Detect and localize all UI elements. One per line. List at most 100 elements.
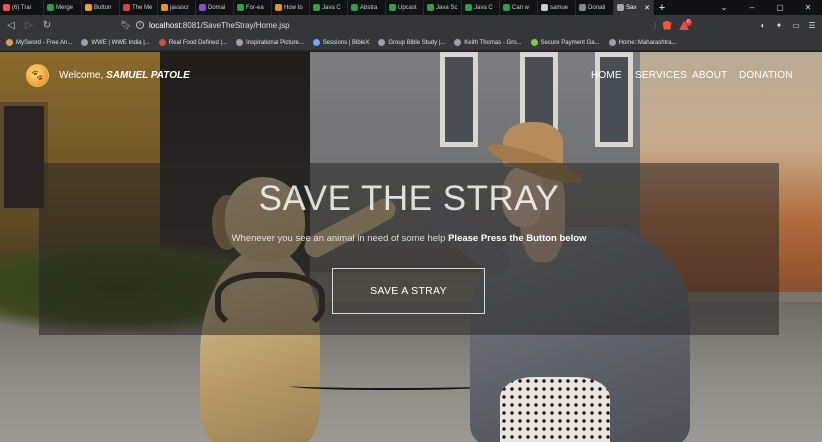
tab-favicon-icon xyxy=(617,4,624,11)
site-info-icon[interactable]: i xyxy=(136,21,144,29)
welcome-prefix: Welcome, xyxy=(59,70,104,81)
hero-subtitle-bold: Please Press the Button below xyxy=(448,233,587,244)
extension-toggle-icon[interactable]: ◐ xyxy=(757,18,769,32)
bookmark-item[interactable]: Sessions | BibleX xyxy=(312,39,369,46)
tab-label: Java Sc xyxy=(436,4,458,11)
bookmark-label: Inspirational Picture... xyxy=(246,39,304,46)
tab-label: Java C xyxy=(474,4,493,11)
bookmark-item[interactable]: WWE | WWE India |... xyxy=(81,39,150,46)
back-icon[interactable]: ◁ xyxy=(2,15,20,35)
tab[interactable]: Can w xyxy=(500,0,538,15)
extensions-puzzle-icon[interactable]: ✦ xyxy=(773,18,785,32)
tab-favicon-icon xyxy=(275,4,282,11)
tab-active[interactable]: Sav ✕ xyxy=(614,0,654,15)
tab[interactable]: (6) Trai xyxy=(0,0,44,15)
bookmark-label: Group Bible Study |... xyxy=(388,39,446,46)
tab-favicon-icon xyxy=(579,4,586,11)
tab-favicon-icon xyxy=(427,4,434,11)
new-tab-button[interactable]: + xyxy=(654,0,670,15)
bookmark-favicon-icon xyxy=(6,39,13,46)
tab[interactable]: Domai xyxy=(196,0,234,15)
nav-services[interactable]: SERVICES xyxy=(635,70,687,81)
tab[interactable]: Java Sc xyxy=(424,0,462,15)
tab[interactable]: samue xyxy=(538,0,576,15)
bookmark-label: Secure Payment Ga... xyxy=(540,39,600,46)
bookmark-item[interactable]: Group Bible Study |... xyxy=(378,39,445,46)
tab[interactable]: Java C xyxy=(310,0,348,15)
url-text[interactable]: localhost:8081/SaveTheStray/Home.jsp xyxy=(149,21,290,30)
tab[interactable]: Abstra xyxy=(348,0,386,15)
close-tab-icon[interactable]: ✕ xyxy=(644,4,650,12)
hero-title: SAVE THE STRAY xyxy=(258,179,560,218)
tab-favicon-icon xyxy=(465,4,472,11)
tab-label: Domai xyxy=(208,4,226,11)
tab-label: How to xyxy=(284,4,303,11)
bookmark-item[interactable]: Secure Payment Ga... xyxy=(530,39,600,46)
bookmark-icon[interactable]: 🔖︎ xyxy=(118,20,134,31)
save-a-stray-button[interactable]: SAVE A STRAY xyxy=(332,268,485,314)
tab-favicon-icon xyxy=(3,4,10,11)
bookmark-item[interactable]: Home::Maharashtra... xyxy=(608,39,677,46)
tab-label: Abstra xyxy=(360,4,378,11)
bookmark-item[interactable]: MySword - Free An... xyxy=(6,39,72,46)
forward-icon[interactable]: ▷ xyxy=(20,15,38,35)
bookmark-item[interactable]: Real Food Defined |... xyxy=(158,39,227,46)
bookmark-item[interactable]: Inspirational Picture... xyxy=(236,39,304,46)
tab[interactable]: How to xyxy=(272,0,310,15)
tab-label: For-ea xyxy=(246,4,264,11)
bookmark-favicon-icon xyxy=(530,39,538,46)
divider: | xyxy=(654,20,657,30)
tab-label: (6) Trai xyxy=(12,4,32,11)
tab-search-icon[interactable]: ⌄ xyxy=(710,0,738,15)
tab-favicon-icon xyxy=(47,4,54,11)
bookmark-favicon-icon xyxy=(378,39,386,46)
tab[interactable]: For-ea xyxy=(234,0,272,15)
tab-label: Merge xyxy=(56,4,74,11)
bookmark-label: Home::Maharashtra... xyxy=(618,39,677,46)
brave-shields-icon[interactable] xyxy=(662,18,672,32)
window-controls: ⌄ – ▢ ✕ xyxy=(710,0,822,15)
minimize-icon[interactable]: – xyxy=(738,0,766,15)
tab-favicon-icon xyxy=(123,4,130,11)
tab[interactable]: The Me xyxy=(120,0,158,15)
tab[interactable]: Java C xyxy=(462,0,500,15)
tab[interactable]: Merge xyxy=(44,0,82,15)
maximize-icon[interactable]: ▢ xyxy=(766,0,794,15)
tab-label: Sav xyxy=(626,4,637,11)
tab[interactable]: Upcast xyxy=(386,0,424,15)
tab-favicon-icon xyxy=(313,4,320,11)
menu-icon[interactable]: ☰ xyxy=(806,18,818,32)
bookmark-label: MySword - Free An... xyxy=(16,39,73,46)
tab-label: Donati xyxy=(588,4,606,11)
nav-home[interactable]: HOME xyxy=(591,70,622,81)
reload-icon[interactable]: ↻ xyxy=(38,15,56,35)
bookmark-item[interactable]: Keith Thomas - Gro... xyxy=(454,39,522,46)
tab-label: The Me xyxy=(132,4,153,11)
tab-favicon-icon xyxy=(237,4,244,11)
tab[interactable]: javascr xyxy=(158,0,196,15)
nav-donation[interactable]: DONATION xyxy=(739,70,793,81)
tab-favicon-icon xyxy=(351,4,358,11)
brave-rewards-icon[interactable]: 0 xyxy=(678,18,692,32)
paw-logo-icon[interactable]: 🐾︎ xyxy=(26,64,49,87)
browser-toolbar: ◁ ▷ ↻ 🔖︎ i localhost:8081/SaveTheStray/H… xyxy=(0,15,822,35)
bookmark-favicon-icon xyxy=(236,39,244,46)
profile-icon[interactable]: ▭ xyxy=(790,18,802,32)
tab-favicon-icon xyxy=(389,4,396,11)
bookmarks-bar: MySword - Free An... WWE | WWE India |...… xyxy=(0,35,822,51)
address-bar[interactable]: i localhost:8081/SaveTheStray/Home.jsp xyxy=(136,18,636,32)
nav-about[interactable]: ABOUT xyxy=(692,70,727,81)
tab-favicon-icon xyxy=(199,4,206,11)
hero-panel: SAVE THE STRAY Whenever you see an anima… xyxy=(39,163,779,335)
tab-label: samue xyxy=(550,4,569,11)
hero-subtitle-plain: Whenever you see an animal in need of so… xyxy=(231,233,446,244)
close-window-icon[interactable]: ✕ xyxy=(794,0,822,15)
tab-favicon-icon xyxy=(503,4,510,11)
tab[interactable]: Donati xyxy=(576,0,614,15)
bookmark-label: WWE | WWE India |... xyxy=(91,39,150,46)
web-page: 🐾︎ Welcome, SAMUEL PATOLE HOME SERVICES … xyxy=(0,52,822,442)
user-name: SAMUEL PATOLE xyxy=(106,70,190,81)
bookmark-favicon-icon xyxy=(454,39,462,46)
welcome-text: Welcome, SAMUEL PATOLE xyxy=(59,70,190,81)
tab[interactable]: Button xyxy=(82,0,120,15)
